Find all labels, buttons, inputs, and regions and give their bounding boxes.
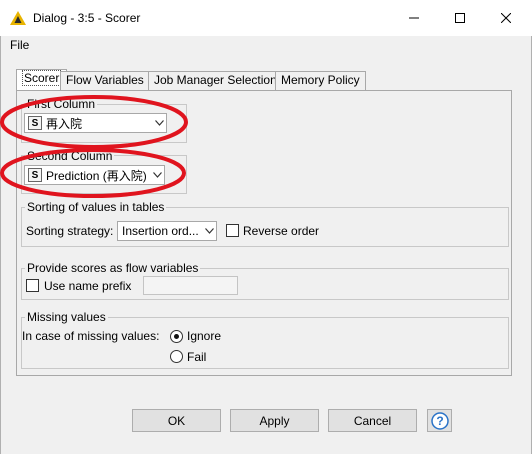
first-column-value: 再入院 — [46, 116, 83, 131]
fail-radio-label: Fail — [187, 350, 207, 364]
chevron-down-icon — [150, 172, 164, 178]
maximize-button[interactable] — [437, 0, 483, 36]
missing-values-label: In case of missing values: — [22, 329, 160, 343]
sorting-strategy-label: Sorting strategy: — [26, 224, 114, 238]
chevron-down-icon — [152, 120, 166, 126]
second-column-title: Second Column — [25, 149, 115, 163]
string-type-icon: S — [28, 116, 42, 130]
help-button[interactable]: ? — [427, 409, 452, 432]
tab-job-manager-selection[interactable]: Job Manager Selection — [148, 71, 283, 90]
fail-radio[interactable] — [170, 350, 183, 363]
window-title: Dialog - 3:5 - Scorer — [33, 11, 141, 25]
second-column-select[interactable]: S Prediction (再入院) — [24, 165, 165, 185]
help-icon: ? — [430, 411, 449, 430]
menu-bar — [1, 36, 531, 56]
ok-button[interactable]: OK — [132, 409, 221, 432]
window-border-left — [0, 36, 1, 454]
chevron-down-icon — [202, 228, 216, 234]
sorting-strategy-select[interactable]: Insertion ord... — [117, 221, 217, 241]
svg-text:?: ? — [436, 414, 443, 428]
missing-values-title: Missing values — [25, 310, 108, 324]
minimize-icon — [409, 17, 419, 19]
reverse-order-label: Reverse order — [243, 224, 320, 238]
use-name-prefix-checkbox[interactable] — [26, 279, 39, 292]
use-name-prefix-label: Use name prefix — [44, 279, 132, 293]
apply-button[interactable]: Apply — [230, 409, 319, 432]
sorting-title: Sorting of values in tables — [25, 200, 167, 214]
warning-triangle-icon — [10, 11, 26, 25]
ignore-radio[interactable] — [170, 330, 183, 343]
second-column-value: Prediction (再入院) — [46, 168, 147, 183]
missing-values-group — [21, 317, 509, 369]
cancel-button[interactable]: Cancel — [328, 409, 417, 432]
tab-memory-policy[interactable]: Memory Policy — [275, 71, 366, 90]
close-button[interactable] — [483, 0, 529, 36]
close-icon — [501, 13, 511, 23]
first-column-select[interactable]: S 再入院 — [24, 113, 167, 133]
flow-variables-scores-title: Provide scores as flow variables — [25, 261, 201, 275]
first-column-title: First Column — [25, 97, 98, 111]
name-prefix-input[interactable] — [143, 276, 238, 295]
string-type-icon: S — [28, 168, 42, 182]
menu-file[interactable]: File — [10, 38, 29, 52]
minimize-button[interactable] — [391, 0, 437, 36]
tab-flow-variables[interactable]: Flow Variables — [60, 71, 150, 90]
reverse-order-checkbox[interactable] — [226, 224, 239, 237]
ignore-radio-label: Ignore — [187, 329, 222, 343]
sorting-strategy-value: Insertion ord... — [122, 224, 199, 238]
maximize-icon — [455, 13, 465, 23]
tab-scorer-label: Scorer — [22, 70, 62, 86]
